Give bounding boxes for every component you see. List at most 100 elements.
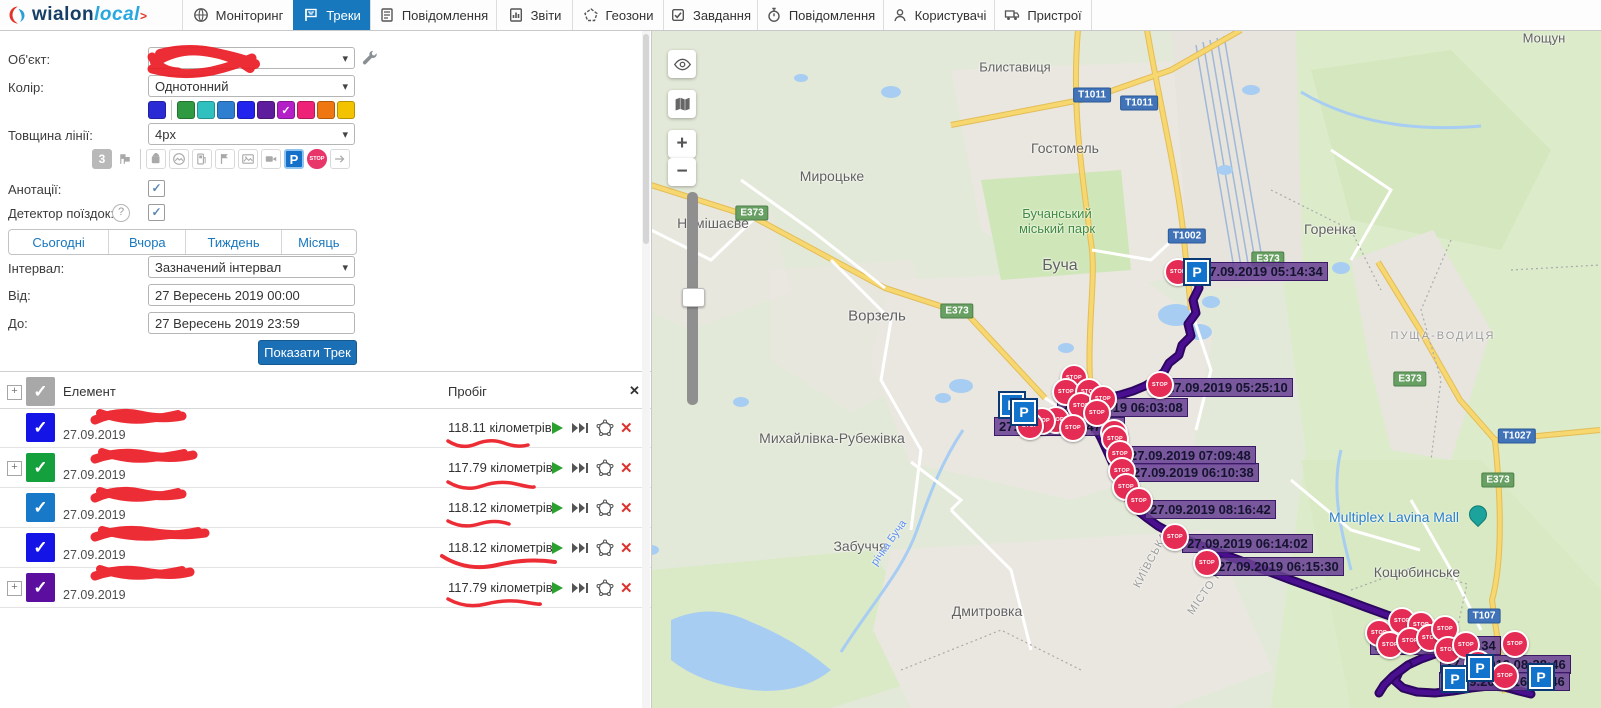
row-checkbox[interactable]: ✓ <box>26 493 55 522</box>
stop-icon[interactable]: STOP <box>307 149 327 169</box>
stop-marker-icon[interactable]: STOP <box>1501 630 1529 658</box>
wrench-icon[interactable] <box>361 49 378 66</box>
panel-scrollbar[interactable] <box>642 30 650 708</box>
expand-all-button[interactable]: + <box>7 385 22 400</box>
zoom-in-button[interactable]: + <box>668 130 696 158</box>
parking-marker-icon[interactable]: P <box>1529 665 1553 689</box>
play-track-button[interactable] <box>550 501 564 515</box>
row-checkbox[interactable]: ✓ <box>26 533 55 562</box>
play-track-button[interactable] <box>550 541 564 555</box>
fast-forward-button[interactable] <box>570 581 590 595</box>
fast-forward-button[interactable] <box>570 421 590 435</box>
annotations-checkbox[interactable]: ✓ <box>148 180 165 197</box>
help-icon[interactable]: ? <box>112 204 130 222</box>
interval-select[interactable]: Зазначений інтервал▾ <box>148 256 355 278</box>
gas-station-icon[interactable] <box>192 149 212 169</box>
line-width-select[interactable]: 4px▾ <box>148 123 355 145</box>
range-button[interactable]: Сьогодні <box>9 230 109 254</box>
color-swatch[interactable] <box>148 101 166 119</box>
tab-report[interactable]: Звіти <box>496 0 572 30</box>
range-button[interactable]: Місяць <box>282 230 356 254</box>
trip-detector-label: Детектор поїздок: <box>8 206 114 221</box>
color-swatch[interactable] <box>197 101 215 119</box>
geofence-from-track-button[interactable] <box>596 579 614 597</box>
stop-marker-icon[interactable]: STOP <box>1161 523 1189 551</box>
stop-marker-icon[interactable]: STOP <box>1146 371 1174 399</box>
parking-icon[interactable]: P <box>284 149 304 169</box>
map-layers-button[interactable] <box>668 90 696 118</box>
range-button[interactable]: Вчора <box>109 230 186 254</box>
video-icon[interactable] <box>261 149 281 169</box>
object-select[interactable]: ▾ <box>148 47 355 69</box>
stop-marker-icon[interactable]: STOP <box>1059 414 1087 442</box>
select-all-checkbox[interactable]: ✓ <box>26 377 55 406</box>
zoom-out-button[interactable]: − <box>668 158 696 186</box>
row-checkbox[interactable]: ✓ <box>26 453 55 482</box>
fast-forward-button[interactable] <box>570 501 590 515</box>
tab-flag-track[interactable]: Треки <box>293 0 370 30</box>
parking-marker-icon[interactable]: P <box>1468 656 1492 680</box>
geofence-from-track-button[interactable] <box>596 539 614 557</box>
fuel-icon[interactable] <box>146 149 166 169</box>
row-date: 27.09.2019 <box>63 428 126 442</box>
parking-marker-icon[interactable]: P <box>1012 400 1036 424</box>
app-logo[interactable]: wialonlocal˃ <box>0 0 182 30</box>
delete-track-button[interactable]: ✕ <box>620 499 633 517</box>
delete-track-button[interactable]: ✕ <box>620 419 633 437</box>
tab-devices[interactable]: Пристрої <box>994 0 1092 30</box>
show-track-button[interactable]: Показати Трек <box>258 340 357 365</box>
fast-forward-button[interactable] <box>570 461 590 475</box>
trip-detector-checkbox[interactable]: ✓ <box>148 204 165 221</box>
delete-track-button[interactable]: ✕ <box>620 459 633 477</box>
expand-row-button[interactable]: + <box>7 581 22 596</box>
to-date-input[interactable]: 27 Вересень 2019 23:59 <box>148 312 355 334</box>
color-swatch-selected[interactable]: ✓ <box>277 101 295 119</box>
tab-globe[interactable]: Моніторинг <box>182 0 293 30</box>
stop-marker-icon[interactable]: STOP <box>1491 662 1519 690</box>
delete-track-button[interactable]: ✕ <box>620 579 633 597</box>
tab-messages[interactable]: Повідомлення <box>370 0 496 30</box>
color-swatch[interactable] <box>297 101 315 119</box>
fast-forward-button[interactable] <box>570 541 590 555</box>
tab-users[interactable]: Користувачі <box>883 0 994 30</box>
stop-marker-icon[interactable]: STOP <box>1125 487 1153 515</box>
stop-marker-icon[interactable]: STOP <box>1193 549 1221 577</box>
color-swatch[interactable] <box>337 101 355 119</box>
play-track-button[interactable] <box>550 581 564 595</box>
flag-icon[interactable] <box>215 149 235 169</box>
tab-tasks[interactable]: Завдання <box>663 0 757 30</box>
color-swatch[interactable] <box>237 101 255 119</box>
events-icon[interactable] <box>169 149 189 169</box>
from-date-input[interactable]: 27 Вересень 2019 00:00 <box>148 284 355 306</box>
parking-marker-icon[interactable]: P <box>1443 667 1467 691</box>
tab-notifications[interactable]: Повідомлення <box>757 0 883 30</box>
color-swatch[interactable] <box>217 101 235 119</box>
flags-icon[interactable] <box>115 149 135 169</box>
color-swatch[interactable] <box>257 101 275 119</box>
visibility-eye-button[interactable] <box>668 50 696 78</box>
color-mode-select[interactable]: Однотонний▾ <box>148 75 355 97</box>
interval-label: Інтервал: <box>8 261 64 276</box>
parking-marker-icon[interactable]: P <box>1185 260 1209 284</box>
geofence-from-track-button[interactable] <box>596 419 614 437</box>
geofence-from-track-button[interactable] <box>596 459 614 477</box>
map-area[interactable]: МощунБлиставицяГостомельМироцькеНемішаєв… <box>651 30 1601 708</box>
zoom-slider-thumb[interactable] <box>682 288 705 307</box>
photo-icon[interactable] <box>238 149 258 169</box>
delete-all-button[interactable]: ✕ <box>629 383 640 399</box>
tab-geofence[interactable]: Геозони <box>572 0 663 30</box>
arrow-icon[interactable] <box>330 149 350 169</box>
zoom-slider[interactable] <box>687 192 698 405</box>
expand-row-button[interactable]: + <box>7 461 22 476</box>
play-track-button[interactable] <box>550 461 564 475</box>
object-label: Об'єкт: <box>8 52 50 67</box>
play-track-button[interactable] <box>550 421 564 435</box>
geofence-from-track-button[interactable] <box>596 499 614 517</box>
range-button[interactable]: Тиждень <box>186 230 281 254</box>
color-swatch[interactable] <box>317 101 335 119</box>
color-swatch[interactable] <box>177 101 195 119</box>
row-checkbox[interactable]: ✓ <box>26 573 55 602</box>
delete-track-button[interactable]: ✕ <box>620 539 633 557</box>
counter-3-icon[interactable]: 3 <box>92 149 112 169</box>
row-checkbox[interactable]: ✓ <box>26 413 55 442</box>
